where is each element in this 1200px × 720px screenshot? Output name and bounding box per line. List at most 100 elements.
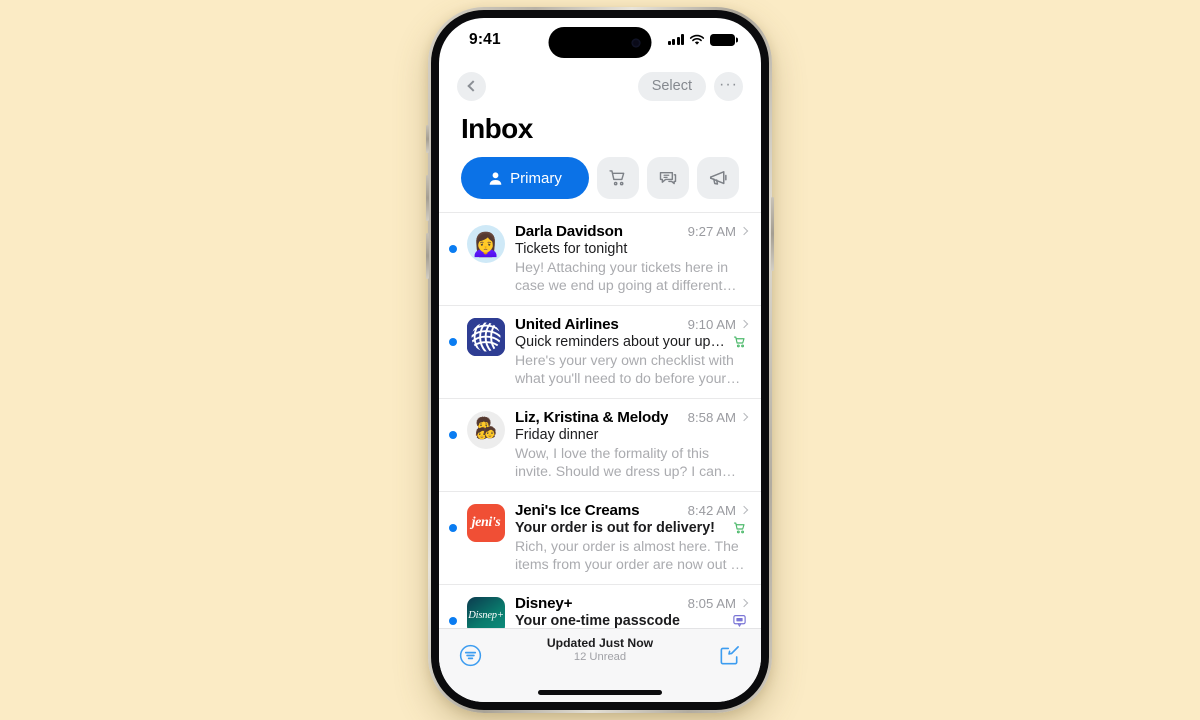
mail-content: Disney+ 8:05 AM Your one-time passcode — [515, 595, 749, 628]
navigation-bar: Select ··· — [439, 65, 761, 105]
category-tab-primary[interactable]: Primary — [461, 157, 589, 199]
back-chevron-icon — [467, 80, 479, 92]
subject-line: Your one-time passcode — [515, 613, 680, 628]
category-filter-bar: Primary — [439, 145, 761, 212]
preview-text: Wow, I love the formality of this invite… — [515, 445, 722, 480]
unread-dot — [449, 524, 457, 533]
category-badge-transactions — [733, 335, 747, 349]
category-tab-transactions[interactable] — [597, 157, 639, 199]
table-row[interactable]: Disnep+ Disney+ 8:05 AM Your one-time pa… — [439, 584, 761, 628]
cart-icon — [733, 522, 745, 534]
category-badge-transactions — [733, 521, 747, 535]
united-airlines-logo-icon — [467, 318, 505, 357]
subject-line: Your order is out for delivery! — [515, 520, 715, 537]
status-time: 9:41 — [469, 30, 501, 48]
disclosure-chevron-icon[interactable] — [739, 319, 749, 329]
unread-dot — [449, 617, 457, 626]
table-row[interactable]: 🙍‍♀️ Darla Davidson 9:27 AM Tickets for … — [439, 212, 761, 306]
disclosure-chevron-icon[interactable] — [739, 505, 749, 515]
avatar — [467, 318, 505, 357]
disney-plus-logo-icon: Disnep+ — [467, 597, 505, 628]
timestamp: 8:58 AM — [687, 410, 736, 426]
row-meta: 8:42 AM — [680, 503, 749, 519]
bottom-toolbar: Updated Just Now 12 Unread — [439, 628, 761, 682]
front-camera-icon — [631, 38, 641, 47]
jenis-logo-icon: jeni's — [467, 504, 505, 543]
disclosure-chevron-icon[interactable] — [739, 226, 749, 236]
sender-name: Darla Davidson — [515, 223, 623, 240]
timestamp: 9:10 AM — [687, 317, 736, 333]
select-button[interactable]: Select — [637, 71, 706, 101]
timestamp: 8:42 AM — [687, 503, 736, 519]
ellipsis-icon: ··· — [719, 75, 738, 93]
table-row[interactable]: 🧑‍🦱 🧑 🧑 Liz, Kristina & Melody 8:58 AM F… — [439, 398, 761, 492]
row-meta: 9:27 AM — [680, 224, 749, 239]
action-button[interactable] — [426, 125, 429, 153]
mail-content: Liz, Kristina & Melody 8:58 AM Friday di… — [515, 409, 749, 480]
filter-icon — [459, 644, 482, 667]
row-meta: 8:58 AM — [680, 410, 749, 426]
row-meta: 9:10 AM — [680, 317, 749, 333]
compose-icon — [720, 646, 739, 665]
home-indicator[interactable] — [538, 690, 662, 695]
compose-button[interactable] — [718, 644, 741, 667]
table-row[interactable]: jeni's Jeni's Ice Creams 8:42 AM Your or… — [439, 491, 761, 585]
dynamic-island — [548, 27, 652, 58]
avatar: jeni's — [467, 504, 505, 543]
mail-content: United Airlines 9:10 AM Quick reminders … — [515, 316, 749, 387]
timestamp: 8:05 AM — [687, 596, 736, 612]
memoji-tertiary-icon: 🧑 — [483, 427, 497, 440]
back-button[interactable] — [457, 71, 486, 101]
table-row[interactable]: United Airlines 9:10 AM Quick reminders … — [439, 305, 761, 399]
volume-up-button[interactable] — [426, 175, 429, 221]
volume-down-button[interactable] — [426, 233, 429, 279]
mail-list[interactable]: 🙍‍♀️ Darla Davidson 9:27 AM Tickets for … — [439, 212, 761, 628]
subject-line: Quick reminders about your upcoming… — [515, 334, 727, 351]
screen: 9:41 Select ··· — [439, 18, 761, 702]
unread-dot — [449, 338, 457, 347]
page-title: Inbox — [461, 113, 533, 144]
updated-label: Updated Just Now — [546, 636, 654, 650]
globe-icon — [467, 318, 505, 357]
sync-status: Updated Just Now 12 Unread — [439, 636, 761, 663]
navbar-actions: Select ··· — [637, 71, 743, 101]
power-button[interactable] — [771, 197, 774, 271]
unread-dot — [449, 431, 457, 440]
jenis-wordmark: jeni's — [471, 515, 501, 531]
chat-bubble-icon — [659, 171, 677, 185]
status-bar: 9:41 — [439, 18, 761, 65]
cart-icon — [733, 336, 745, 347]
sender-name: Jeni's Ice Creams — [515, 502, 640, 520]
memoji-woman-icon: 🙍‍♀️ — [470, 229, 502, 258]
preview-text: Hey! Attaching your tickets here in case… — [515, 259, 729, 294]
timestamp: 9:27 AM — [687, 224, 736, 239]
disclosure-chevron-icon[interactable] — [739, 412, 749, 422]
avatar: 🧑‍🦱 🧑 🧑 — [467, 411, 505, 450]
cart-icon — [609, 170, 625, 186]
megaphone-icon — [709, 170, 727, 185]
chat-bubble-icon — [733, 615, 746, 627]
subject-line: Tickets for tonight — [515, 241, 628, 257]
filter-button[interactable] — [459, 644, 482, 667]
category-tab-primary-label: Primary — [510, 169, 562, 187]
row-meta: 8:05 AM — [680, 596, 749, 612]
disney-wordmark: Disnep+ — [468, 610, 504, 621]
disclosure-chevron-icon[interactable] — [739, 599, 749, 608]
preview-text: Here's your very own checklist with what… — [515, 352, 734, 387]
category-tab-promotions[interactable] — [697, 157, 739, 199]
sender-name: United Airlines — [515, 316, 619, 334]
category-badge-updates — [732, 613, 747, 628]
avatar: 🙍‍♀️ — [467, 225, 505, 263]
category-tab-updates[interactable] — [647, 157, 689, 199]
subject-line: Friday dinner — [515, 427, 599, 444]
battery-icon — [710, 33, 735, 46]
unread-count-label: 12 Unread — [573, 651, 627, 663]
more-options-button[interactable]: ··· — [714, 71, 743, 101]
avatar: Disnep+ — [467, 597, 505, 628]
preview-text: Rich, your order is almost here. The ite… — [515, 538, 747, 573]
iphone-device: 9:41 Select ··· — [426, 7, 774, 713]
sender-name: Disney+ — [515, 595, 573, 613]
person-icon — [489, 171, 502, 185]
cellular-signal-icon — [667, 34, 684, 45]
wifi-icon — [689, 34, 705, 45]
